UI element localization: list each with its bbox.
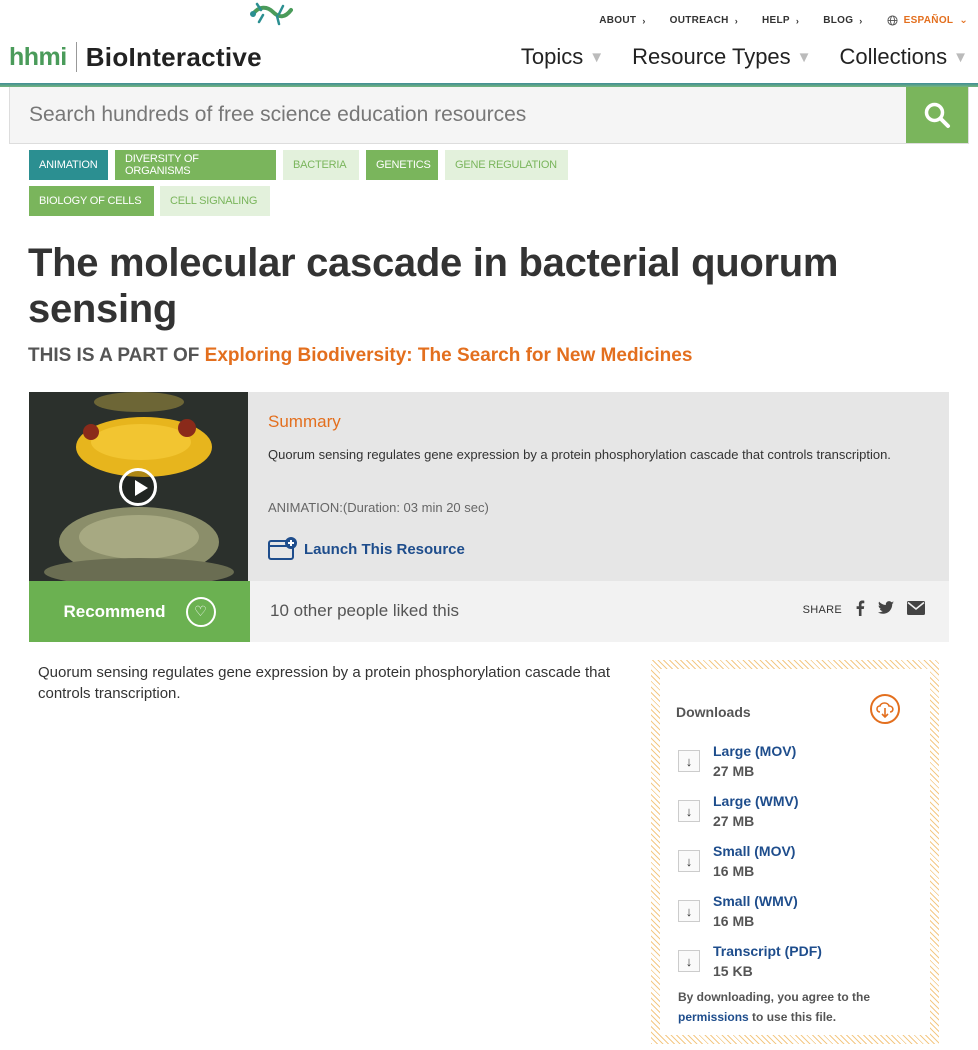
downloads-inner: Downloads ↓ Large (MOV) 27 MB ↓ Large (W… — [660, 669, 930, 1035]
downloads-panel: Downloads ↓ Large (MOV) 27 MB ↓ Large (W… — [651, 660, 939, 1044]
launch-window-icon — [268, 537, 297, 560]
download-item[interactable]: ↓ Transcript (PDF) 15 KB — [678, 943, 918, 983]
download-terms-prefix: By downloading, you agree to the — [678, 990, 871, 1004]
play-icon[interactable] — [119, 468, 157, 506]
part-of-line: THIS IS A PART OF Exploring Biodiversity… — [28, 345, 692, 367]
download-link[interactable]: Large (WMV) — [713, 793, 799, 809]
email-icon[interactable] — [907, 601, 925, 615]
tag-genetics[interactable]: GENETICS — [366, 150, 438, 180]
chevron-right-icon: › — [734, 15, 739, 26]
download-item[interactable]: ↓ Small (WMV) 16 MB — [678, 893, 918, 933]
facebook-icon[interactable] — [855, 600, 865, 616]
share-bar: SHARE — [803, 600, 925, 616]
heart-plus-icon: ♡ — [185, 596, 216, 627]
language-label: ESPAÑOL — [903, 15, 954, 26]
site-header: hhmi BioInteractive ABOUT › OUTREACH › HEL… — [0, 0, 978, 88]
globe-icon — [887, 15, 898, 26]
gecko-logo-icon — [250, 2, 293, 26]
download-size: 27 MB — [713, 763, 755, 779]
download-size: 16 MB — [713, 913, 755, 929]
nav-help-label: HELP — [762, 15, 790, 26]
main-nav: Topics ▼ Resource Types ▼ Collections ▼ — [493, 44, 968, 70]
nav-topics[interactable]: Topics ▼ — [521, 44, 604, 70]
language-switch[interactable]: ESPAÑOL ⌄ — [887, 15, 968, 26]
nav-resource-types[interactable]: Resource Types ▼ — [632, 44, 811, 70]
collection-link[interactable]: Exploring Biodiversity: The Search for N… — [205, 345, 693, 366]
share-label: SHARE — [802, 603, 842, 616]
resource-feature: Summary Quorum sensing regulates gene ex… — [29, 392, 949, 581]
tag-diversity-of-organisms[interactable]: DIVERSITY OF ORGANISMS — [115, 150, 276, 180]
chevron-right-icon: › — [795, 15, 800, 26]
nav-help[interactable]: HELP › — [762, 15, 799, 26]
download-arrow-icon: ↓ — [678, 800, 700, 822]
search-button[interactable] — [906, 87, 968, 143]
chevron-right-icon: › — [642, 15, 646, 26]
download-terms-suffix: to use this file. — [752, 1010, 837, 1024]
utility-nav: ABOUT › OUTREACH › HELP › BLOG › ESPAÑOL ⌄ — [575, 15, 968, 26]
logo-divider — [75, 42, 77, 72]
chevron-down-icon: ▼ — [953, 48, 968, 66]
tag-animation[interactable]: ANIMATION — [29, 150, 108, 180]
download-size: 27 MB — [713, 813, 755, 829]
logo-hhmi: hhmi — [9, 43, 67, 71]
tag-biology-of-cells[interactable]: BIOLOGY OF CELLS — [29, 186, 154, 216]
likes-count: 10 other people liked this — [270, 601, 460, 620]
chevron-down-icon: ⌄ — [959, 15, 968, 26]
download-link[interactable]: Small (MOV) — [713, 843, 795, 859]
search-input[interactable] — [10, 87, 908, 143]
nav-outreach-label: OUTREACH — [669, 15, 729, 26]
site-logo[interactable]: hhmi BioInteractive — [9, 20, 262, 72]
download-link[interactable]: Transcript (PDF) — [713, 943, 822, 959]
search-bar — [9, 87, 969, 144]
nav-about-label: ABOUT — [599, 15, 637, 26]
chevron-right-icon: › — [859, 15, 863, 26]
download-terms: By downloading, you agree to the permiss… — [678, 987, 918, 1027]
nav-resource-types-label: Resource Types — [632, 44, 791, 69]
page-title: The molecular cascade in bacterial quoru… — [28, 241, 839, 331]
nav-outreach[interactable]: OUTREACH › — [670, 15, 738, 26]
search-icon — [924, 102, 950, 128]
download-size: 15 KB — [713, 963, 753, 979]
chevron-down-icon: ▼ — [589, 48, 605, 66]
video-thumbnail[interactable] — [29, 392, 248, 581]
part-of-prefix: THIS IS A PART OF — [28, 345, 200, 366]
recommend-row: Recommend ♡ 10 other people liked this S… — [29, 581, 949, 642]
chevron-down-icon: ▼ — [796, 48, 812, 66]
download-arrow-icon: ↓ — [678, 850, 700, 872]
nav-about[interactable]: ABOUT › — [599, 15, 645, 26]
summary-heading: Summary — [268, 412, 341, 431]
launch-label: Launch This Resource — [304, 540, 465, 558]
tag-gene-regulation[interactable]: GENE REGULATION — [445, 150, 568, 180]
launch-resource-button[interactable]: Launch This Resource — [268, 537, 465, 561]
download-link[interactable]: Large (MOV) — [713, 743, 796, 759]
nav-blog[interactable]: BLOG › — [823, 15, 862, 26]
download-item[interactable]: ↓ Small (MOV) 16 MB — [678, 843, 918, 883]
download-arrow-icon: ↓ — [678, 750, 700, 772]
resource-duration: ANIMATION:(Duration: 03 min 20 sec) — [268, 500, 489, 515]
download-arrow-icon: ↓ — [678, 900, 700, 922]
download-item[interactable]: ↓ Large (MOV) 27 MB — [678, 743, 918, 783]
resource-description: Quorum sensing regulates gene expression… — [38, 664, 611, 702]
downloads-title: Downloads — [676, 704, 751, 720]
download-size: 16 MB — [713, 863, 755, 879]
twitter-icon[interactable] — [878, 601, 894, 615]
download-arrow-icon: ↓ — [678, 950, 700, 972]
logo-biointeractive: BioInteractive — [85, 42, 262, 72]
permissions-link[interactable]: permissions — [678, 1010, 749, 1024]
summary-text: Quorum sensing regulates gene expression… — [268, 447, 891, 462]
nav-collections-label: Collections — [839, 44, 948, 69]
tag-cell-signaling[interactable]: CELL SIGNALING — [160, 186, 270, 216]
nav-blog-label: BLOG — [823, 15, 854, 26]
cloud-download-icon — [870, 694, 900, 724]
download-link[interactable]: Small (WMV) — [713, 893, 798, 909]
recommend-label: Recommend — [63, 601, 166, 621]
nav-collections[interactable]: Collections ▼ — [840, 44, 968, 70]
recommend-button[interactable]: Recommend ♡ — [29, 581, 250, 642]
tag-bacteria[interactable]: BACTERIA — [283, 150, 359, 180]
download-item[interactable]: ↓ Large (WMV) 27 MB — [678, 793, 918, 833]
nav-topics-label: Topics — [520, 44, 584, 69]
